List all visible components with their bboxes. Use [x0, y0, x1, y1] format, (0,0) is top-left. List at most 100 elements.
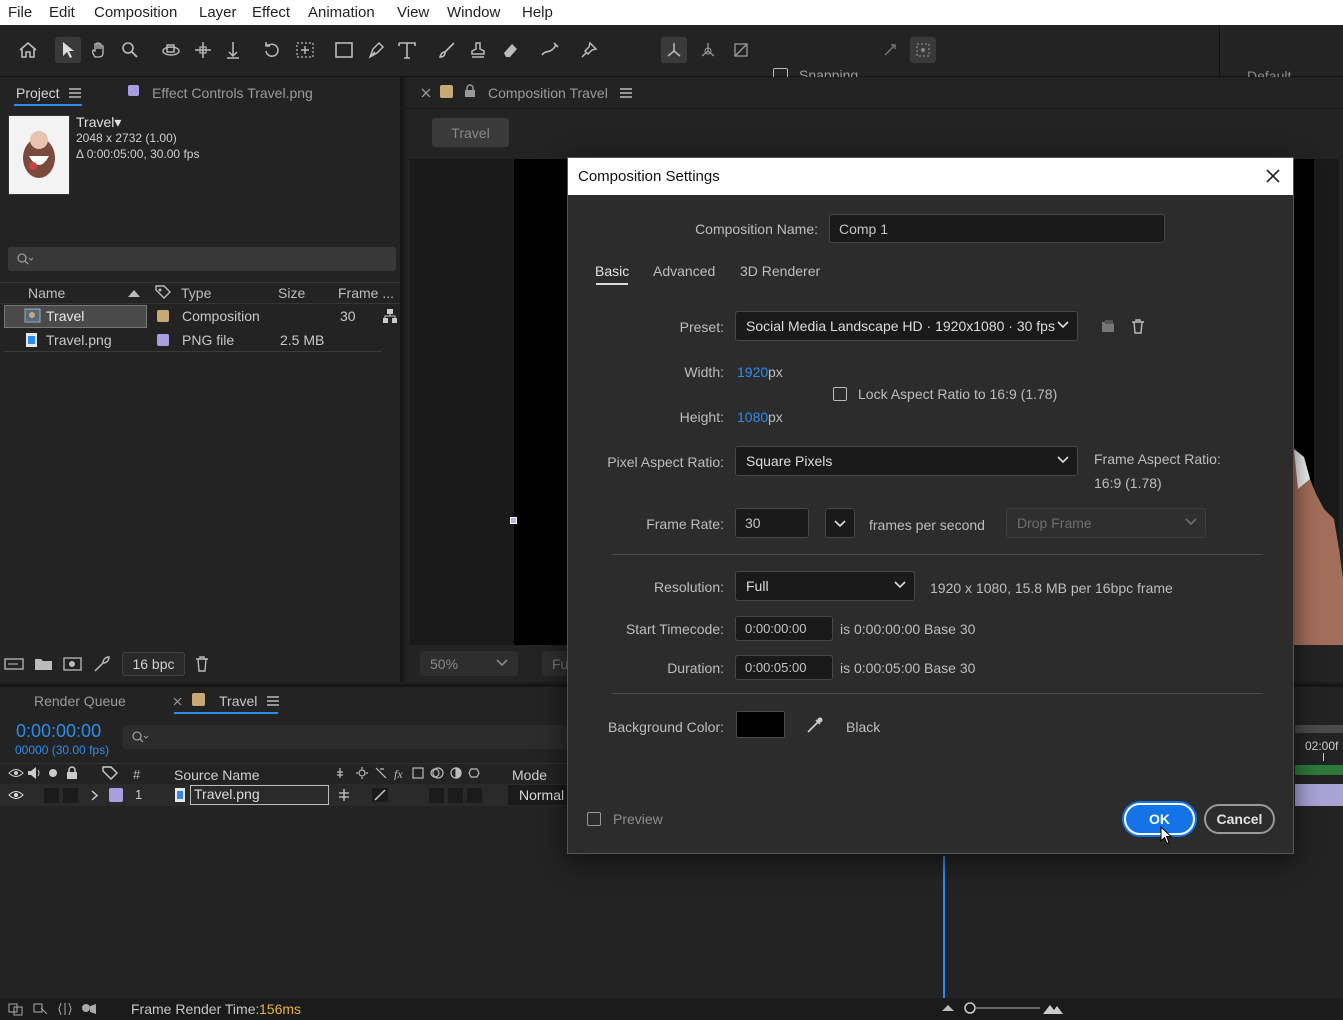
- eye-icon[interactable]: [8, 767, 24, 779]
- home-icon[interactable]: [15, 37, 41, 63]
- zoom-tool-icon[interactable]: [117, 37, 143, 63]
- anchor-point-tool-icon[interactable]: [292, 37, 318, 63]
- world-axis-mode-icon[interactable]: [695, 37, 721, 63]
- transfer-controls-icon[interactable]: [33, 1002, 49, 1016]
- tab-project[interactable]: Project: [16, 85, 60, 101]
- chevron-right-icon[interactable]: [91, 790, 99, 801]
- roto-brush-tool-icon[interactable]: [537, 37, 563, 63]
- work-area-bar[interactable]: [1295, 725, 1343, 733]
- view-axis-mode-icon[interactable]: [728, 37, 754, 63]
- hand-tool-icon[interactable]: [86, 37, 112, 63]
- resolution-dropdown[interactable]: Full: [735, 571, 915, 601]
- brush-tool-icon[interactable]: [434, 37, 460, 63]
- quality-switch-icon[interactable]: [372, 788, 388, 802]
- frame-rate-dropdown[interactable]: [825, 508, 855, 538]
- close-icon[interactable]: [1266, 169, 1280, 183]
- dolly-camera-icon[interactable]: [220, 37, 246, 63]
- tab-advanced[interactable]: Advanced: [653, 263, 715, 279]
- column-mode[interactable]: Mode: [512, 767, 547, 783]
- menu-window[interactable]: Window: [447, 4, 500, 21]
- layer-switches-toggle-icon[interactable]: [8, 1002, 24, 1016]
- preset-dropdown[interactable]: Social Media Landscape HD · 1920x1080 · …: [735, 311, 1078, 341]
- close-timeline-tab-icon[interactable]: [173, 697, 182, 706]
- layer-row[interactable]: 1 Travel.png Normal: [0, 784, 570, 806]
- project-search-input[interactable]: [8, 247, 396, 271]
- menu-effect[interactable]: Effect: [252, 4, 290, 21]
- solo-toggle[interactable]: [44, 788, 59, 803]
- adjust-project-settings-icon[interactable]: [93, 655, 111, 673]
- new-composition-icon[interactable]: [63, 656, 83, 672]
- rectangle-tool-icon[interactable]: [331, 37, 357, 63]
- blend-mode-dropdown[interactable]: Normal: [508, 785, 570, 805]
- clone-stamp-tool-icon[interactable]: [465, 37, 491, 63]
- orbit-camera-icon[interactable]: [158, 37, 184, 63]
- height-value[interactable]: 1080: [737, 409, 768, 425]
- current-timecode[interactable]: 0:00:00:00: [16, 721, 101, 742]
- eraser-tool-icon[interactable]: [497, 37, 523, 63]
- project-row-travel-png[interactable]: Travel.png PNG file 2.5 MB: [4, 329, 399, 352]
- solo-icon[interactable]: [48, 768, 58, 778]
- tab-basic[interactable]: Basic: [595, 263, 629, 279]
- project-row-travel[interactable]: Travel Composition 30: [4, 305, 399, 328]
- speaker-icon[interactable]: [27, 766, 43, 780]
- lock-icon[interactable]: [464, 84, 476, 98]
- save-preset-icon[interactable]: [1100, 318, 1116, 334]
- zoom-out-timeline-icon[interactable]: [942, 1003, 954, 1011]
- puppet-pin-tool-icon[interactable]: [576, 37, 602, 63]
- background-color-swatch[interactable]: [736, 711, 785, 738]
- motion-blur-toggle[interactable]: [429, 788, 444, 803]
- comp-name-input[interactable]: Comp 1: [829, 214, 1165, 243]
- adjustment-toggle[interactable]: [448, 788, 463, 803]
- cancel-button[interactable]: Cancel: [1204, 804, 1275, 834]
- column-name[interactable]: Name: [28, 285, 65, 301]
- snap-edges-icon[interactable]: [877, 37, 903, 63]
- column-frame[interactable]: Frame ...: [338, 285, 394, 301]
- bit-depth-button[interactable]: 16 bpc: [122, 652, 185, 676]
- layer-name-field[interactable]: Travel.png: [190, 785, 329, 805]
- pan-camera-icon[interactable]: [190, 37, 216, 63]
- type-tool-icon[interactable]: [394, 37, 420, 63]
- tab-3d-renderer[interactable]: 3D Renderer: [740, 263, 820, 279]
- zoom-in-timeline-icon[interactable]: [1043, 1002, 1063, 1014]
- interpret-footage-icon[interactable]: [4, 656, 26, 672]
- panel-menu-icon[interactable]: [69, 88, 81, 98]
- new-folder-icon[interactable]: [34, 656, 54, 672]
- column-source-name[interactable]: Source Name: [174, 767, 260, 783]
- close-tab-icon[interactable]: [421, 88, 431, 98]
- start-timecode-input[interactable]: 0:00:00:00: [735, 616, 833, 641]
- label-column-icon[interactable]: [102, 766, 118, 781]
- frame-rate-input[interactable]: 30: [735, 508, 809, 538]
- row-label-swatch[interactable]: [157, 334, 169, 346]
- width-value[interactable]: 1920: [737, 364, 768, 380]
- lock-column-icon[interactable]: [65, 766, 79, 780]
- tab-travel-timeline[interactable]: Travel: [219, 693, 257, 709]
- tab-render-queue[interactable]: Render Queue: [34, 693, 126, 709]
- tab-composition-travel[interactable]: Composition Travel: [488, 85, 608, 101]
- column-size[interactable]: Size: [278, 285, 305, 301]
- flowchart-icon[interactable]: [382, 308, 398, 324]
- label-tag-icon[interactable]: [155, 285, 171, 301]
- layer-search-input[interactable]: [123, 725, 573, 749]
- menu-animation[interactable]: Animation: [308, 4, 375, 21]
- in-out-toggle-icon[interactable]: [58, 1002, 72, 1016]
- trash-icon[interactable]: [194, 655, 210, 673]
- item-name[interactable]: Travel▾: [76, 114, 121, 131]
- menu-file[interactable]: File: [8, 4, 32, 21]
- viewer-panel-menu-icon[interactable]: [620, 88, 632, 98]
- menu-edit[interactable]: Edit: [49, 4, 75, 21]
- menu-help[interactable]: Help: [522, 4, 553, 21]
- shy-switch-icon[interactable]: [336, 787, 352, 803]
- current-time-indicator[interactable]: [943, 856, 945, 1002]
- snap-features-icon[interactable]: [910, 37, 936, 63]
- menu-layer[interactable]: Layer: [199, 4, 237, 21]
- render-time-icon[interactable]: [80, 1002, 98, 1016]
- tab-effect-controls[interactable]: Effect Controls Travel.png: [152, 85, 313, 101]
- layer-duration-bar[interactable]: [1295, 784, 1343, 806]
- rotate-tool-icon[interactable]: [259, 37, 285, 63]
- duration-input[interactable]: 0:00:05:00: [735, 655, 833, 680]
- column-type[interactable]: Type: [181, 285, 211, 301]
- local-axis-mode-icon[interactable]: [661, 37, 687, 63]
- lock-toggle[interactable]: [63, 788, 78, 803]
- pixel-aspect-dropdown[interactable]: Square Pixels: [735, 446, 1078, 476]
- preview-checkbox[interactable]: [587, 812, 601, 826]
